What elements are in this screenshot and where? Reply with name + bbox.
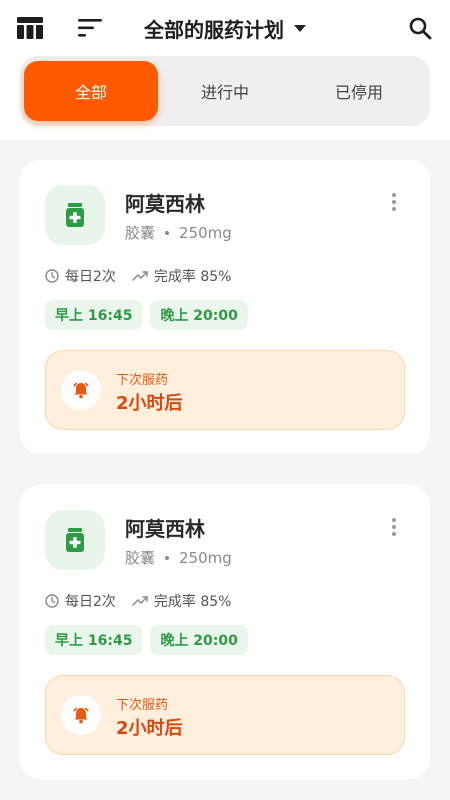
- dose-times: 早上 16:45 晚上 20:00: [45, 625, 256, 655]
- completion-stat: 完成率 85%: [132, 591, 232, 611]
- title-dropdown[interactable]: 全部的服药计划: [0, 12, 450, 44]
- clock-icon: [45, 269, 59, 283]
- alarm-bell-icon: [61, 370, 101, 410]
- page-title: 全部的服药计划: [144, 17, 284, 42]
- plan-card[interactable]: 阿莫西林 胶囊 250mg 每日2次 完成率 85% 早上 16:45 晚上 2…: [20, 160, 430, 454]
- medicine-form: 胶囊: [125, 224, 156, 242]
- trend-up-icon: [132, 271, 148, 281]
- next-dose-banner: 下次服药 2小时后: [45, 675, 405, 755]
- medicine-dose: 250mg: [179, 548, 232, 567]
- frequency-stat: 每日2次: [45, 591, 116, 611]
- chevron-down-icon: [294, 24, 306, 32]
- medicine-bottle-icon: [45, 185, 105, 245]
- dose-times: 早上 16:45 晚上 20:00: [45, 300, 256, 330]
- more-options-icon[interactable]: [386, 515, 402, 539]
- frequency-text: 每日2次: [65, 594, 116, 610]
- medicine-dose: 250mg: [179, 223, 232, 242]
- search-icon[interactable]: [402, 10, 438, 46]
- completion-text: 完成率 85%: [153, 594, 232, 610]
- medicine-form: 胶囊: [125, 549, 156, 567]
- medicine-details: 胶囊 250mg: [125, 547, 232, 568]
- medicine-bottle-icon: [45, 510, 105, 570]
- frequency-text: 每日2次: [65, 269, 116, 285]
- plan-card[interactable]: 阿莫西林 胶囊 250mg 每日2次 完成率 85% 早上 16:45 晚上 2…: [20, 485, 430, 779]
- app-header: 全部的服药计划 全部 进行中 已停用: [0, 0, 450, 140]
- separator-dot: [165, 555, 170, 560]
- medicine-name: 阿莫西林: [125, 192, 205, 216]
- next-dose-label: 下次服药: [116, 698, 169, 713]
- tab-stopped[interactable]: 已停用: [292, 61, 426, 121]
- time-tag: 晚上 20:00: [150, 300, 248, 330]
- plan-stats: 每日2次 完成率 85%: [45, 591, 248, 611]
- more-options-icon[interactable]: [386, 190, 402, 214]
- next-dose-value: 2小时后: [116, 393, 183, 414]
- time-tag: 早上 16:45: [45, 625, 143, 655]
- completion-text: 完成率 85%: [153, 269, 232, 285]
- tab-active[interactable]: 进行中: [158, 61, 292, 121]
- alarm-bell-icon: [61, 695, 101, 735]
- top-bar: 全部的服药计划: [0, 0, 450, 56]
- next-dose-value: 2小时后: [116, 718, 183, 739]
- separator-dot: [165, 230, 170, 235]
- trend-up-icon: [132, 596, 148, 606]
- next-dose-banner: 下次服药 2小时后: [45, 350, 405, 430]
- next-dose-label: 下次服药: [116, 373, 169, 388]
- medicine-details: 胶囊 250mg: [125, 222, 232, 243]
- completion-stat: 完成率 85%: [132, 266, 232, 286]
- medicine-name: 阿莫西林: [125, 517, 205, 541]
- frequency-stat: 每日2次: [45, 266, 116, 286]
- status-tabs: 全部 进行中 已停用: [20, 56, 430, 126]
- tab-all[interactable]: 全部: [24, 61, 158, 121]
- time-tag: 早上 16:45: [45, 300, 143, 330]
- clock-icon: [45, 594, 59, 608]
- time-tag: 晚上 20:00: [150, 625, 248, 655]
- plan-stats: 每日2次 完成率 85%: [45, 266, 248, 286]
